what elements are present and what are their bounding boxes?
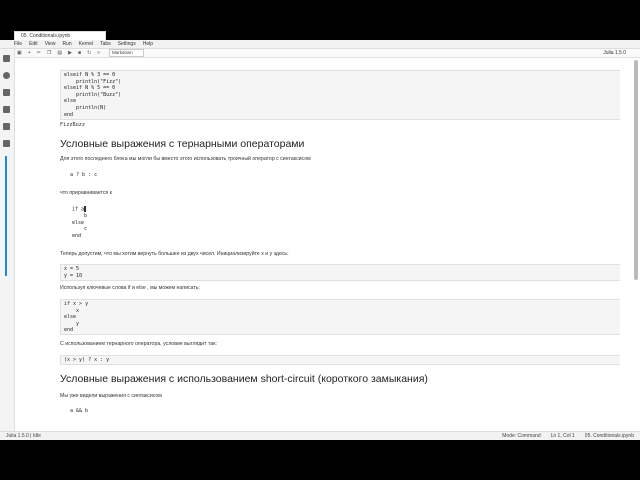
jupyterlab-window: File Edit View Run Kernel Tabs Settings …	[0, 40, 640, 440]
paragraph: Используя ключевые слова if и else , мы …	[60, 285, 200, 291]
code-line: elseif N % 3 == 0	[64, 72, 116, 78]
code-cell-ternary[interactable]: (x > y) ? x : y	[60, 355, 620, 365]
fast-forward-icon[interactable]: »	[97, 50, 100, 56]
menu-kernel[interactable]: Kernel	[79, 41, 93, 47]
notebook-toolbar: ▣ + ✂ ❐ ▤ ▶ ■ ↻ » Markdown Julia 1.5.0	[14, 49, 640, 58]
text-cursor	[84, 206, 87, 212]
menu-settings[interactable]: Settings	[118, 41, 136, 47]
code-line: end	[64, 327, 74, 334]
code-line: end	[64, 111, 74, 118]
active-cell-indicator	[5, 156, 7, 276]
folder-icon[interactable]	[3, 55, 10, 62]
code-line: println("Fizz")	[64, 78, 122, 85]
code-line: x	[64, 307, 80, 314]
code-line: (x > y) ? x : y	[64, 357, 110, 363]
paste-icon[interactable]: ▤	[57, 50, 62, 56]
code-line: y = 10	[64, 272, 83, 279]
code-line: println("Buzz")	[64, 91, 122, 98]
cell-type-select[interactable]: Markdown	[108, 49, 144, 57]
run-icon[interactable]: ▶	[68, 50, 72, 56]
paragraph: что приравнивается к	[60, 190, 112, 196]
tab-notebook[interactable]: 05. Conditionals.ipynb	[14, 31, 106, 40]
code-line: b	[72, 213, 88, 220]
cut-icon[interactable]: ✂	[37, 50, 41, 56]
paragraph: Теперь допустим, что мы хотим вернуть бо…	[60, 251, 289, 257]
menu-edit[interactable]: Edit	[29, 41, 38, 47]
status-bar: Julia 1.5.0 | Idle Mode: Command Ln 1, C…	[0, 431, 640, 440]
code-line: c	[72, 226, 88, 233]
save-icon[interactable]: ▣	[17, 50, 22, 56]
paragraph: Для этого последнего блока мы могли бы в…	[60, 156, 311, 162]
if-else-block: if a b else c end	[72, 206, 87, 239]
code-line: println(N)	[64, 104, 107, 111]
code-line: if x > y	[64, 301, 89, 307]
heading-short-circuit: Условные выражения с использованием shor…	[60, 373, 428, 385]
code-line: else	[64, 98, 77, 105]
extension-icon[interactable]	[3, 140, 10, 147]
code-line: elseif N % 5 == 0	[64, 85, 116, 92]
code-cell-ifelse[interactable]: if x > y x else y end	[60, 299, 620, 335]
code-cell-fizzbuzz[interactable]: elseif N % 3 == 0 println("Fizz") elseif…	[60, 70, 620, 120]
stop-icon[interactable]: ■	[78, 50, 81, 56]
kernel-name[interactable]: Julia 1.5.0	[603, 50, 626, 56]
menu-bar: File Edit View Run Kernel Tabs Settings …	[0, 40, 640, 49]
tabs-icon[interactable]	[3, 123, 10, 130]
code-cell-init[interactable]: x = 5 y = 10	[60, 264, 620, 281]
commands-icon[interactable]	[3, 89, 10, 96]
current-file: 05. Conditionals.ipynb	[584, 433, 634, 439]
kernel-status: Julia 1.5.0 | Idle	[6, 433, 41, 439]
cursor-position: Ln 1, Col 1	[550, 433, 575, 439]
code-line: else	[72, 219, 85, 226]
paragraph: Мы уже видели выражения с синтаксисом	[60, 393, 162, 399]
copy-icon[interactable]: ❐	[47, 50, 51, 56]
menu-help[interactable]: Help	[143, 41, 153, 47]
code-line: x = 5	[64, 266, 80, 272]
left-sidebar	[0, 49, 15, 431]
palette-icon[interactable]	[3, 106, 10, 113]
menu-tabs[interactable]: Tabs	[100, 41, 111, 47]
code-line: end	[72, 232, 82, 239]
short-circuit-syntax: a && b	[70, 408, 89, 414]
restart-icon[interactable]: ↻	[87, 50, 91, 56]
menu-view[interactable]: View	[45, 41, 56, 47]
paragraph: С использованием тернарного оператора, у…	[60, 341, 217, 347]
menu-run[interactable]: Run	[62, 41, 71, 47]
code-line: if a	[72, 206, 85, 213]
ternary-syntax: a ? b : c	[70, 172, 98, 178]
heading-ternary: Условные выражения с тернарными оператор…	[60, 138, 305, 150]
code-line: y	[64, 320, 80, 327]
running-icon[interactable]	[3, 72, 10, 79]
mode-indicator: Mode: Command	[502, 433, 541, 439]
code-line: else	[64, 314, 77, 321]
menu-file[interactable]: File	[14, 41, 22, 47]
notebook-content: elseif N % 3 == 0 println("Fizz") elseif…	[14, 59, 620, 431]
vertical-scrollbar[interactable]	[634, 60, 638, 280]
add-cell-icon[interactable]: +	[28, 50, 31, 56]
cell-output: FizzBuzz	[60, 122, 85, 128]
